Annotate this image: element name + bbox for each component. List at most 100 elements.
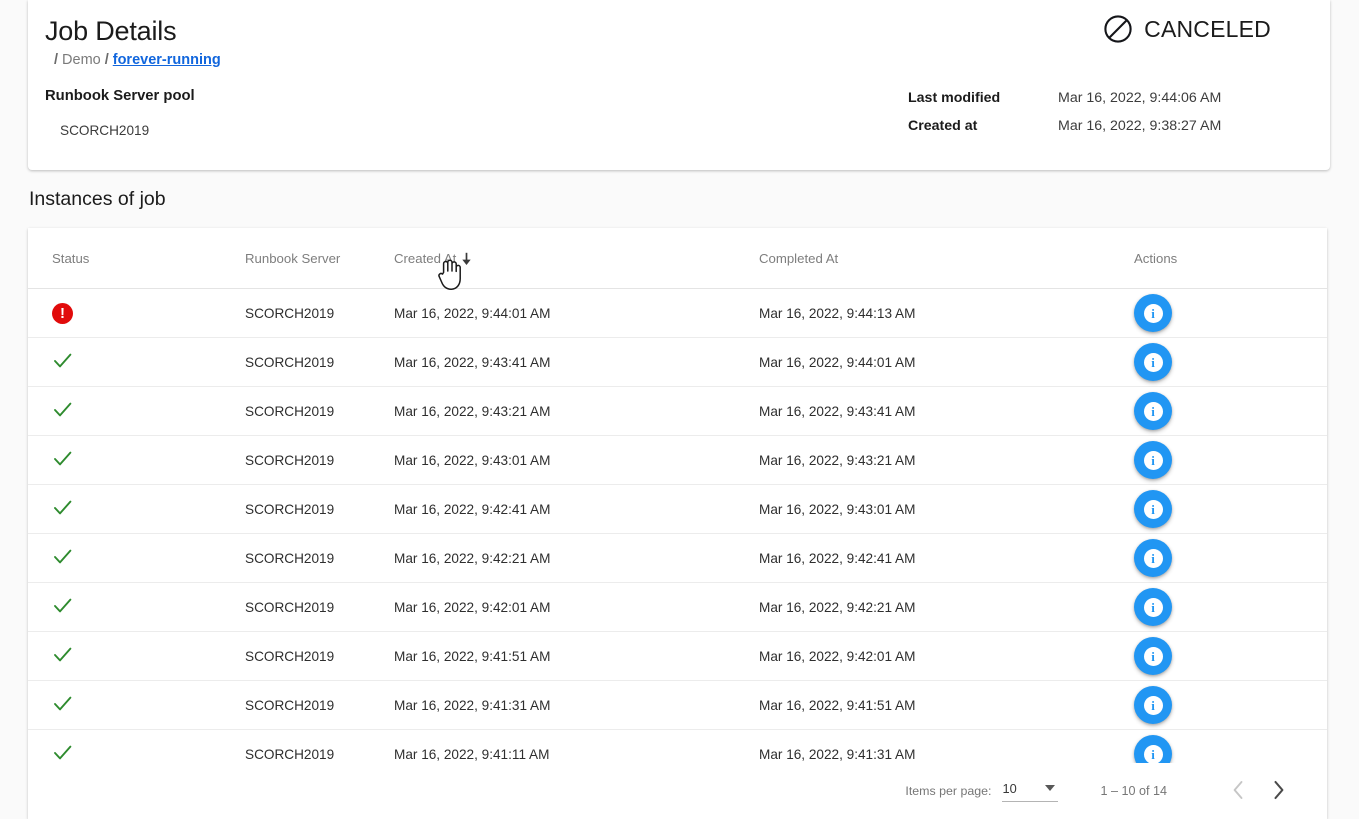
cell-completed-at: Mar 16, 2022, 9:42:01 AM — [743, 632, 1108, 681]
job-details-card: Job Details /Demo/forever-running Runboo… — [28, 0, 1330, 170]
info-icon: i — [1144, 402, 1163, 421]
cell-actions: i — [1108, 632, 1327, 681]
row-info-button[interactable]: i — [1134, 637, 1172, 675]
check-icon — [52, 399, 73, 420]
info-icon: i — [1144, 500, 1163, 519]
job-details-page: Job Details /Demo/forever-running Runboo… — [0, 0, 1359, 819]
info-icon: i — [1144, 598, 1163, 617]
cell-status — [28, 681, 136, 730]
breadcrumb-item-demo[interactable]: Demo — [62, 52, 101, 68]
cell-runbook-server: SCORCH2019 — [136, 387, 381, 436]
info-icon: i — [1144, 745, 1163, 764]
cell-runbook-server: SCORCH2019 — [136, 632, 381, 681]
items-per-page-value: 10 — [1002, 781, 1016, 797]
runbook-server-pool-value: SCORCH2019 — [60, 122, 149, 139]
breadcrumb: /Demo/forever-running — [50, 50, 221, 70]
cell-actions: i — [1108, 485, 1327, 534]
info-icon: i — [1144, 647, 1163, 666]
cell-actions: i — [1108, 289, 1327, 338]
cell-created-at: Mar 16, 2022, 9:41:31 AM — [381, 681, 743, 730]
row-info-button[interactable]: i — [1134, 441, 1172, 479]
meta-value-created-at: Mar 16, 2022, 9:38:27 AM — [1058, 116, 1221, 136]
column-header-actions-label: Actions — [1134, 251, 1177, 266]
cell-actions: i — [1108, 681, 1327, 730]
items-per-page-label: Items per page: — [905, 783, 991, 799]
error-circle-icon: ! — [52, 303, 73, 324]
next-page-button[interactable] — [1261, 774, 1295, 808]
row-info-button[interactable]: i — [1134, 490, 1172, 528]
cell-status — [28, 583, 136, 632]
instances-table: Status Runbook Server Created At — [28, 228, 1327, 779]
check-icon — [52, 742, 73, 763]
pagination-range-label: 1 – 10 of 14 — [1100, 783, 1167, 799]
cell-created-at: Mar 16, 2022, 9:43:21 AM — [381, 387, 743, 436]
info-icon: i — [1144, 696, 1163, 715]
column-header-created-at[interactable]: Created At — [381, 228, 743, 289]
instances-section-heading: Instances of job — [29, 186, 166, 212]
cell-actions: i — [1108, 387, 1327, 436]
row-info-button[interactable]: i — [1134, 294, 1172, 332]
cell-created-at: Mar 16, 2022, 9:42:41 AM — [381, 485, 743, 534]
table-row: ! SCORCH2019Mar 16, 2022, 9:44:01 AMMar 1… — [28, 289, 1327, 338]
cell-created-at: Mar 16, 2022, 9:42:01 AM — [381, 583, 743, 632]
row-info-button[interactable]: i — [1134, 686, 1172, 724]
runbook-server-pool-label: Runbook Server pool — [45, 87, 195, 105]
paginator: Items per page: 10 1 – 10 of 14 — [28, 763, 1327, 819]
ban-icon — [1103, 14, 1133, 44]
cell-completed-at: Mar 16, 2022, 9:42:41 AM — [743, 534, 1108, 583]
cell-runbook-server: SCORCH2019 — [136, 681, 381, 730]
table-row: SCORCH2019Mar 16, 2022, 9:43:21 AMMar 16… — [28, 387, 1327, 436]
info-icon: i — [1144, 451, 1163, 470]
table-row: SCORCH2019Mar 16, 2022, 9:41:31 AMMar 16… — [28, 681, 1327, 730]
job-status-badge: CANCELED — [1103, 14, 1271, 44]
table-row: SCORCH2019Mar 16, 2022, 9:42:41 AMMar 16… — [28, 485, 1327, 534]
cell-completed-at: Mar 16, 2022, 9:43:41 AM — [743, 387, 1108, 436]
row-info-button[interactable]: i — [1134, 343, 1172, 381]
column-header-status-label: Status — [52, 251, 89, 266]
cell-created-at: Mar 16, 2022, 9:43:01 AM — [381, 436, 743, 485]
cell-completed-at: Mar 16, 2022, 9:44:01 AM — [743, 338, 1108, 387]
cell-runbook-server: SCORCH2019 — [136, 534, 381, 583]
column-header-runbook-server-label: Runbook Server — [245, 251, 340, 266]
page-title: Job Details — [45, 14, 176, 48]
cell-created-at: Mar 16, 2022, 9:43:41 AM — [381, 338, 743, 387]
cell-created-at: Mar 16, 2022, 9:44:01 AM — [381, 289, 743, 338]
instances-table-card: Status Runbook Server Created At — [28, 228, 1327, 819]
row-info-button[interactable]: i — [1134, 588, 1172, 626]
cell-actions: i — [1108, 534, 1327, 583]
items-per-page-select[interactable]: 10 — [1002, 781, 1058, 802]
chevron-left-icon — [1232, 780, 1245, 803]
table-row: SCORCH2019Mar 16, 2022, 9:43:41 AMMar 16… — [28, 338, 1327, 387]
cell-runbook-server: SCORCH2019 — [136, 289, 381, 338]
check-icon — [52, 546, 73, 567]
meta-value-last-modified: Mar 16, 2022, 9:44:06 AM — [1058, 88, 1221, 108]
check-icon — [52, 497, 73, 518]
table-row: SCORCH2019Mar 16, 2022, 9:43:01 AMMar 16… — [28, 436, 1327, 485]
meta-key-last-modified: Last modified — [908, 88, 1058, 108]
check-icon — [52, 693, 73, 714]
breadcrumb-link-forever-running[interactable]: forever-running — [113, 52, 221, 68]
breadcrumb-separator-2: / — [101, 52, 113, 68]
column-header-created-at-sort[interactable]: Created At — [394, 251, 472, 266]
cell-actions: i — [1108, 338, 1327, 387]
breadcrumb-separator-1: / — [50, 52, 62, 68]
row-info-button[interactable]: i — [1134, 539, 1172, 577]
info-icon: i — [1144, 304, 1163, 323]
table-row: SCORCH2019Mar 16, 2022, 9:41:51 AMMar 16… — [28, 632, 1327, 681]
previous-page-button[interactable] — [1221, 774, 1255, 808]
check-icon — [52, 350, 73, 371]
cell-created-at: Mar 16, 2022, 9:41:51 AM — [381, 632, 743, 681]
table-row: SCORCH2019Mar 16, 2022, 9:42:01 AMMar 16… — [28, 583, 1327, 632]
column-header-completed-at: Completed At — [743, 228, 1108, 289]
table-row: SCORCH2019Mar 16, 2022, 9:42:21 AMMar 16… — [28, 534, 1327, 583]
row-info-button[interactable]: i — [1134, 392, 1172, 430]
column-header-actions: Actions — [1108, 228, 1327, 289]
table-header: Status Runbook Server Created At — [28, 228, 1327, 289]
check-icon — [52, 644, 73, 665]
job-status-text: CANCELED — [1144, 15, 1271, 43]
cell-status — [28, 436, 136, 485]
column-header-runbook-server: Runbook Server — [136, 228, 381, 289]
cell-status — [28, 534, 136, 583]
cell-created-at: Mar 16, 2022, 9:42:21 AM — [381, 534, 743, 583]
cell-completed-at: Mar 16, 2022, 9:44:13 AM — [743, 289, 1108, 338]
